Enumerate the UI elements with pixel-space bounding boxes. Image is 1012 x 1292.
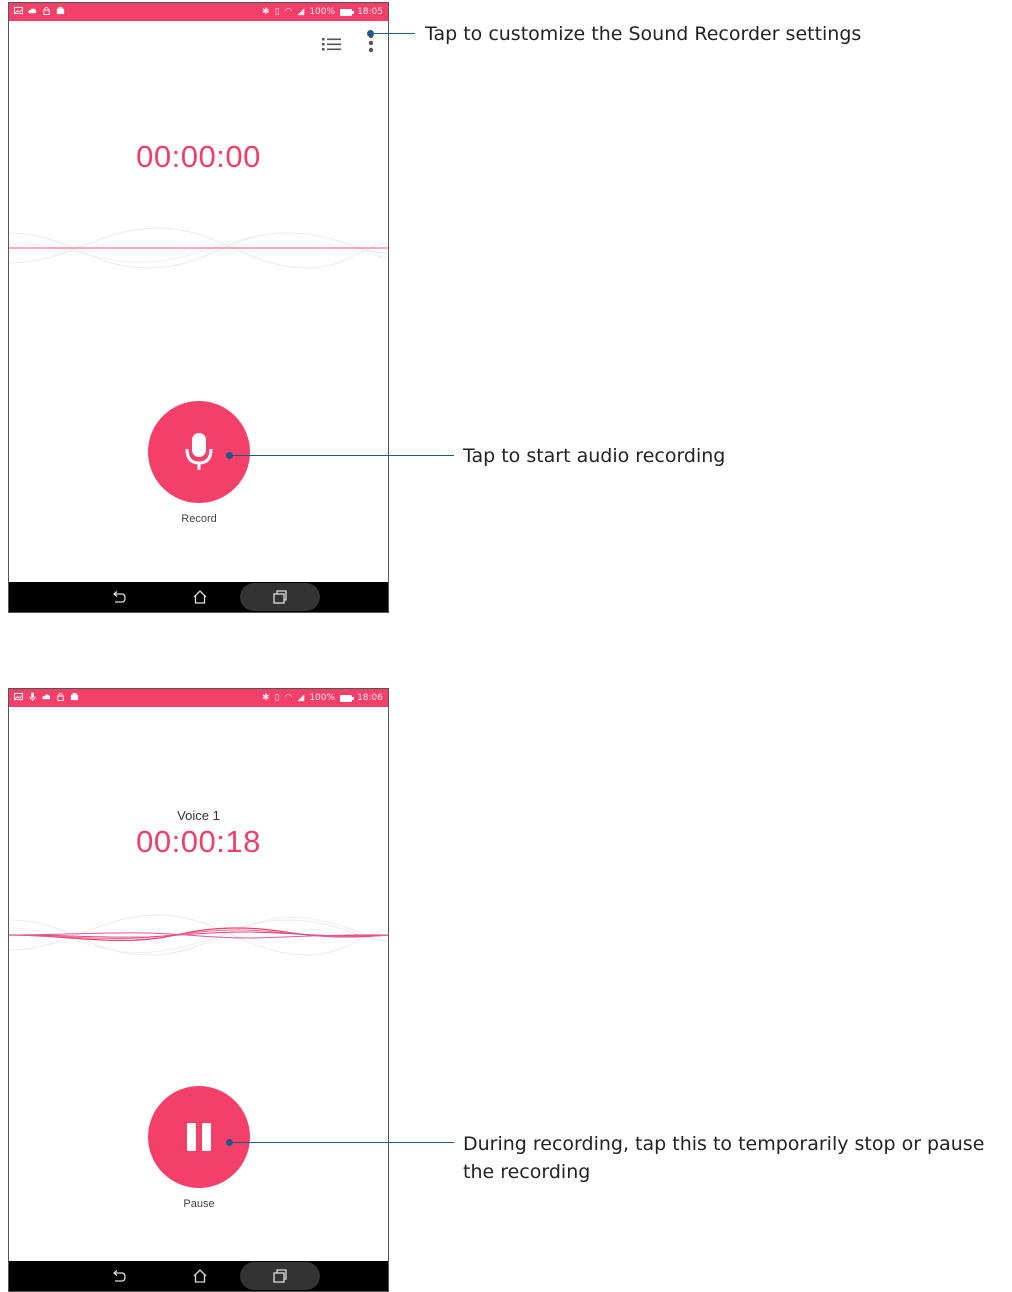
status-time: 18:06 <box>357 693 383 703</box>
callout-pause-line1: During recording, tap this to temporaril… <box>463 1133 985 1155</box>
microphone-icon <box>185 433 213 470</box>
callout-settings: Tap to customize the Sound Recorder sett… <box>425 23 862 45</box>
lock-icon <box>43 6 50 15</box>
recording-timer: 00:00:18 <box>136 824 261 859</box>
screenshot-icon <box>56 6 65 15</box>
record-button[interactable] <box>148 401 250 503</box>
navigation-bar <box>9 582 388 612</box>
home-icon <box>193 1269 207 1283</box>
recent-apps-button[interactable] <box>265 582 295 612</box>
microphone-status-icon <box>29 692 36 701</box>
status-bar: ✱ ▯ ◠ ◢ 100% 18:05 <box>9 3 388 21</box>
notification-icons <box>14 692 79 701</box>
home-icon <box>193 590 207 604</box>
bluetooth-icon: ✱ <box>262 693 270 703</box>
system-status: ✱ ▯ ◠ ◢ 100% 18:05 <box>262 7 383 17</box>
pause-button[interactable] <box>148 1086 250 1188</box>
recent-apps-icon <box>273 590 287 604</box>
recording-timer: 00:00:00 <box>136 139 261 174</box>
vibrate-icon: ▯ <box>274 693 280 703</box>
callout-pause-line2: the recording <box>463 1161 591 1183</box>
bluetooth-icon: ✱ <box>262 7 270 17</box>
status-bar: ✱ ▯ ◠ ◢ 100% 18:06 <box>9 689 388 707</box>
back-icon <box>112 1270 126 1282</box>
battery-icon <box>340 694 355 702</box>
notification-icons <box>14 6 65 15</box>
back-icon <box>112 591 126 603</box>
wifi-icon: ◠ <box>284 693 293 703</box>
cloud-upload-icon <box>28 8 37 14</box>
callout-line-record <box>230 455 454 456</box>
system-status: ✱ ▯ ◠ ◢ 100% 18:06 <box>262 693 383 703</box>
vibrate-icon: ▯ <box>274 7 280 17</box>
recorder-screen-idle: ✱ ▯ ◠ ◢ 100% 18:05 00:00:00 Record <box>8 2 389 613</box>
cloud-upload-icon <box>42 694 51 700</box>
back-button[interactable] <box>104 582 134 612</box>
callout-record: Tap to start audio recording <box>463 445 726 467</box>
navigation-bar <box>9 1261 388 1291</box>
gallery-icon <box>14 692 23 701</box>
pause-icon <box>187 1123 211 1151</box>
recorder-screen-recording: ✱ ▯ ◠ ◢ 100% 18:06 Voice 1 00:00:18 Paus… <box>8 688 389 1292</box>
callout-line-pause <box>230 1142 454 1143</box>
home-button[interactable] <box>185 1261 215 1291</box>
back-button[interactable] <box>104 1261 134 1291</box>
lock-icon <box>57 692 64 701</box>
screenshot-icon <box>70 692 79 701</box>
record-label: Record <box>181 513 217 525</box>
signal-icon: ◢ <box>297 693 305 703</box>
signal-icon: ◢ <box>297 7 305 17</box>
battery-percent: 100% <box>309 7 336 17</box>
home-button[interactable] <box>185 582 215 612</box>
callout-line-settings <box>371 33 415 34</box>
wifi-icon: ◠ <box>284 7 293 17</box>
recording-list-icon[interactable] <box>322 36 342 52</box>
recent-apps-button[interactable] <box>265 1261 295 1291</box>
waveform <box>9 227 388 269</box>
gallery-icon <box>14 6 23 15</box>
status-time: 18:05 <box>357 7 383 17</box>
recording-name: Voice 1 <box>177 808 220 823</box>
battery-percent: 100% <box>309 693 336 703</box>
recent-apps-icon <box>273 1269 287 1283</box>
waveform <box>9 914 388 956</box>
battery-icon <box>340 8 355 16</box>
pause-label: Pause <box>183 1198 215 1210</box>
